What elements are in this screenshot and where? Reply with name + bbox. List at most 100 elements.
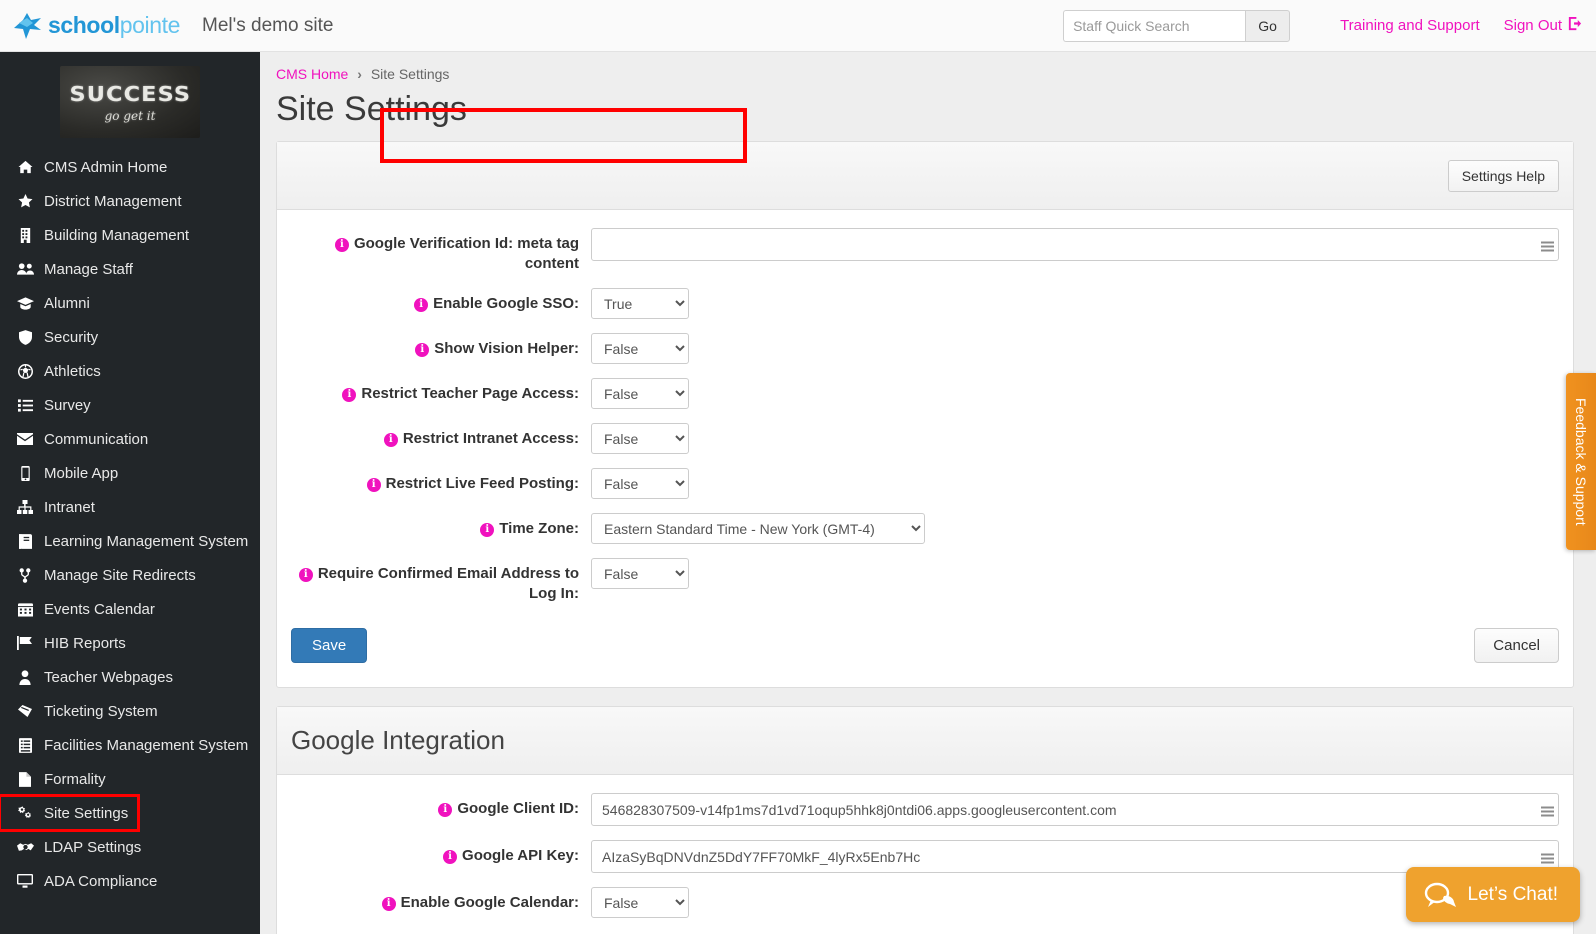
sidebar-item-label: HIB Reports (44, 634, 126, 652)
building-icon (12, 227, 38, 243)
breadcrumb-separator-icon: › (357, 66, 362, 82)
info-icon[interactable]: i (438, 803, 453, 817)
code-fork-icon (12, 567, 38, 583)
chat-bubble-icon (1424, 882, 1456, 908)
brand-wordmark: schoolpointe (48, 12, 180, 39)
text-field-wrapper (591, 228, 1559, 261)
select-restrict-teacher-page-access[interactable]: TrueFalse (591, 378, 689, 409)
feedback-and-support-tab[interactable]: Feedback & Support (1566, 373, 1596, 550)
star-icon (12, 194, 38, 208)
sidebar-item-alumni[interactable]: Alumni (0, 286, 260, 320)
field-label-text: Restrict Live Feed Posting: (385, 475, 579, 492)
page-title: Site Settings (276, 90, 467, 128)
sidebar-item-label: Security (44, 328, 99, 346)
main-content-area: CMS Home › Site Settings Site Settings S… (260, 52, 1596, 934)
sidebar-item-intranet[interactable]: Intranet (0, 490, 260, 524)
sidebar-item-security[interactable]: Security (0, 320, 260, 354)
sidebar-item-survey[interactable]: Survey (0, 388, 260, 422)
sidebar-item-label: Survey (44, 396, 91, 414)
lets-chat-label: Let’s Chat! (1467, 883, 1558, 905)
sidebar-item-building-management[interactable]: Building Management (0, 218, 260, 252)
info-icon[interactable]: i (366, 478, 381, 492)
sidebar-item-events-calendar[interactable]: Events Calendar (0, 592, 260, 626)
google-integration-form: i Google Client ID: i Google API Key: i Enabl… (277, 775, 1573, 934)
sidebar-item-district-management[interactable]: District Management (0, 184, 260, 218)
sidebar-item-facilities-management-system[interactable]: Facilities Management System (0, 728, 260, 762)
sidebar-item-communication[interactable]: Communication (0, 422, 260, 456)
settings-help-button[interactable]: Settings Help (1447, 159, 1559, 192)
info-icon[interactable]: i (415, 343, 430, 357)
sidebar-item-label: Mobile App (44, 464, 119, 482)
breadcrumb-cms-home-link[interactable]: CMS Home (276, 66, 348, 82)
training-and-support-link[interactable]: Training and Support (1340, 17, 1480, 34)
user-icon (12, 669, 38, 685)
select-restrict-intranet-access[interactable]: TrueFalse (591, 423, 689, 454)
sidebar-item-list: CMS Admin Home District Management Buildin… (0, 150, 260, 898)
site-settings-panel: Settings Help i Google Verification Id: m… (276, 108, 1574, 688)
info-icon[interactable]: i (334, 238, 349, 252)
sidebar-item-site-settings[interactable]: Site Settings (0, 794, 140, 832)
sidebar-item-formality[interactable]: Formality (0, 762, 260, 796)
field-label-restrict-teacher-page-access: i Restrict Teacher Page Access: (291, 378, 591, 404)
sidebar-item-ldap-settings[interactable]: LDAP Settings (0, 830, 260, 864)
sidebar-item-ada-compliance[interactable]: ADA Compliance (0, 864, 260, 898)
select-require-confirmed-email-address-to-log-in[interactable]: TrueFalse (591, 558, 689, 589)
envelope-icon (12, 433, 38, 445)
info-icon[interactable]: i (298, 568, 313, 582)
field-label-text: Show Vision Helper: (434, 340, 579, 357)
lets-chat-button[interactable]: Let’s Chat! (1405, 867, 1580, 922)
brand-logo[interactable]: schoolpointe (0, 11, 180, 41)
field-label-require-confirmed-email-address-to-log-in: i Require Confirmed Email Address to Log … (291, 558, 591, 604)
form-row-google-verification-id-meta-tag-content: i Google Verification Id: meta tag conten… (291, 228, 1559, 274)
info-icon[interactable]: i (342, 388, 357, 402)
sidebar-item-manage-staff[interactable]: Manage Staff (0, 252, 260, 286)
field-label-show-vision-helper: i Show Vision Helper: (291, 333, 591, 359)
sidebar-item-label: District Management (44, 192, 182, 210)
sidebar-item-teacher-webpages[interactable]: Teacher Webpages (0, 660, 260, 694)
file-icon (12, 771, 38, 787)
field-control-google-client-id (591, 793, 1559, 826)
select-show-vision-helper[interactable]: TrueFalse (591, 333, 689, 364)
sidebar-item-label: Ticketing System (44, 702, 158, 720)
select-time-zone[interactable]: Eastern Standard Time - New York (GMT-4) (591, 513, 925, 544)
sidebar-item-manage-site-redirects[interactable]: Manage Site Redirects (0, 558, 260, 592)
google-integration-panel: Google Integration i Google Client ID: i Go… (276, 706, 1574, 934)
resize-grip-icon[interactable] (1541, 238, 1554, 251)
info-icon[interactable]: i (381, 897, 396, 911)
field-control-restrict-teacher-page-access: TrueFalse (591, 378, 1559, 409)
select-enable-google-calendar[interactable]: TrueFalse (591, 887, 689, 918)
schoolpointe-star-icon (10, 11, 44, 41)
quick-search-go-button[interactable]: Go (1245, 9, 1291, 42)
input-google-verification-id-meta-tag-content[interactable] (591, 228, 1559, 261)
google-integration-title: Google Integration (291, 725, 505, 755)
select-restrict-live-feed-posting[interactable]: TrueFalse (591, 468, 689, 499)
sidebar-item-mobile-app[interactable]: Mobile App (0, 456, 260, 490)
select-enable-google-sso[interactable]: TrueFalse (591, 288, 689, 319)
save-button[interactable]: Save (291, 628, 368, 663)
info-icon[interactable]: i (414, 298, 429, 312)
resize-grip-icon[interactable] (1541, 850, 1554, 863)
cogs-icon (12, 806, 38, 820)
info-icon[interactable]: i (480, 523, 495, 537)
sidebar-item-hib-reports[interactable]: HIB Reports (0, 626, 260, 660)
form-row-enable-google-sso: i Enable Google SSO: TrueFalse (291, 288, 1559, 319)
sidebar-item-ticketing-system[interactable]: Ticketing System (0, 694, 260, 728)
staff-quick-search-input[interactable] (1063, 9, 1246, 42)
feedback-and-support-label: Feedback & Support (1573, 397, 1589, 526)
sign-out-link[interactable]: Sign Out (1504, 16, 1582, 35)
sitemap-icon (12, 500, 38, 514)
text-field-wrapper (591, 793, 1559, 826)
resize-grip-icon[interactable] (1541, 803, 1554, 816)
desktop-icon (12, 874, 38, 888)
info-icon[interactable]: i (383, 433, 398, 447)
input-google-client-id[interactable] (591, 793, 1559, 826)
handshake-icon (12, 841, 38, 854)
sidebar-item-cms-admin-home[interactable]: CMS Admin Home (0, 150, 260, 184)
mobile-icon (12, 465, 38, 481)
sidebar-item-athletics[interactable]: Athletics (0, 354, 260, 388)
sidebar-item-learning-management-system[interactable]: Learning Management System (0, 524, 260, 558)
info-icon[interactable]: i (443, 850, 458, 864)
sidebar-item-label: CMS Admin Home (44, 158, 168, 176)
cancel-button[interactable]: Cancel (1474, 628, 1559, 663)
field-label-text: Restrict Teacher Page Access: (361, 385, 579, 402)
